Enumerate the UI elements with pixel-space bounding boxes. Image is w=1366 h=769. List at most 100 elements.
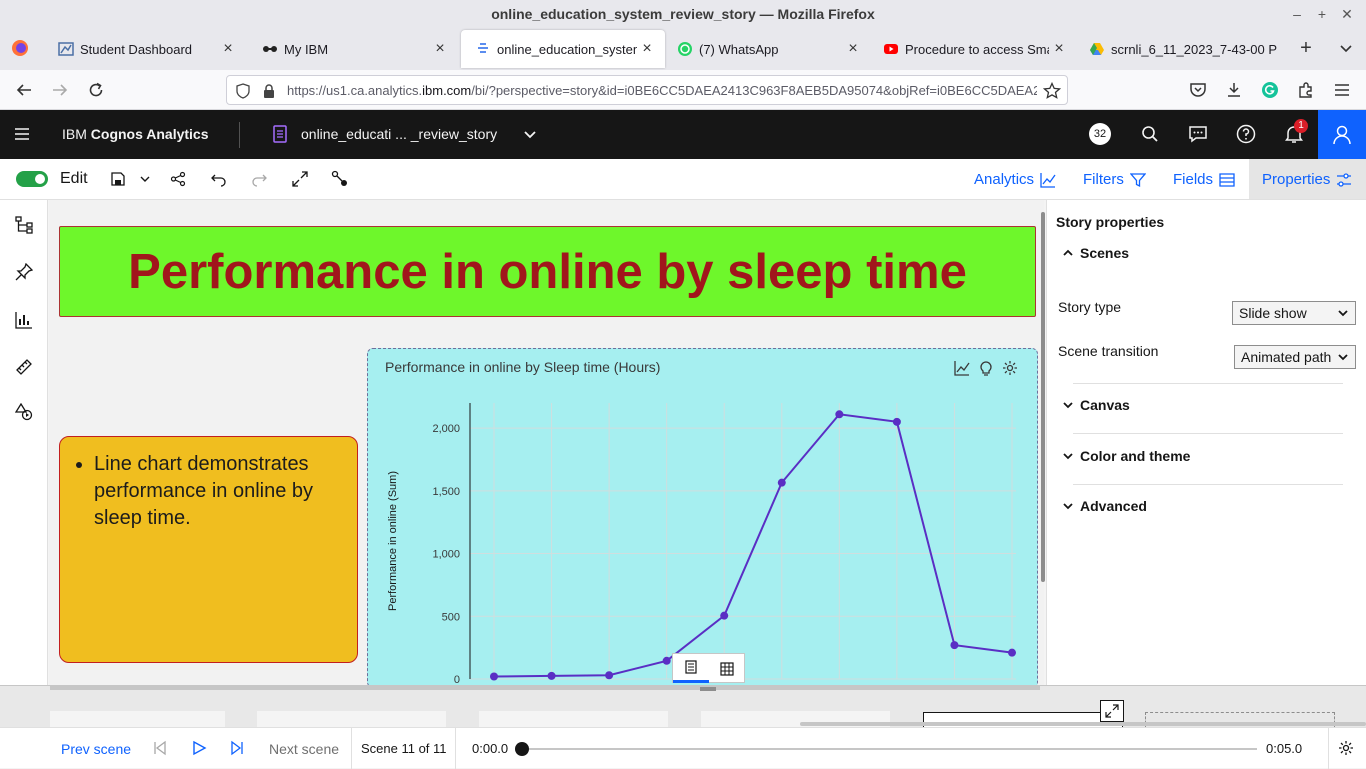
downloads-icon[interactable] xyxy=(1222,78,1246,102)
canvas-scrollbar[interactable] xyxy=(1041,212,1045,582)
url-bar[interactable]: https://us1.ca.analytics.ibm.com/bi/?per… xyxy=(226,75,1068,105)
scene-transition-select[interactable]: Animated path xyxy=(1234,345,1356,369)
scene-player-bar: Prev scene Next scene Scene 11 of 11 0:0… xyxy=(0,727,1366,769)
next-scene-link[interactable]: Next scene xyxy=(269,741,339,757)
new-tab-icon[interactable]: + xyxy=(1296,38,1316,58)
save-options-chevron-icon[interactable] xyxy=(135,169,155,189)
hamburger-menu-icon[interactable] xyxy=(1330,78,1354,102)
line-chart-widget[interactable]: Performance in online by Sleep time (Hou… xyxy=(367,348,1038,685)
scene-path-icon[interactable] xyxy=(330,169,350,189)
canvas-section-header[interactable]: Canvas xyxy=(1062,397,1130,413)
filters-tab[interactable]: Filters xyxy=(1083,171,1146,188)
skip-to-start-icon[interactable] xyxy=(152,740,170,758)
pocket-icon[interactable] xyxy=(1186,78,1210,102)
section-divider xyxy=(1073,433,1343,434)
tab-scrnli-drive[interactable]: scrnli_6_11_2023_7-43-00 P xyxy=(1075,30,1283,68)
data-table-view-tab[interactable] xyxy=(709,654,745,683)
shield-icon[interactable] xyxy=(235,83,251,99)
color-theme-section-header[interactable]: Color and theme xyxy=(1062,448,1190,464)
filters-label: Filters xyxy=(1083,171,1124,188)
edit-mode-toggle[interactable] xyxy=(16,171,48,187)
timeline-track[interactable] xyxy=(522,748,1257,750)
tab-my-ibm[interactable]: My IBM × xyxy=(248,30,458,68)
expand-icon[interactable] xyxy=(290,169,310,189)
user-avatar-button[interactable] xyxy=(1318,110,1366,159)
maximize-button[interactable]: + xyxy=(1313,5,1331,23)
analytics-tab[interactable]: Analytics xyxy=(974,171,1056,188)
firefox-menu-icon[interactable] xyxy=(11,39,29,57)
player-settings-gear-icon[interactable] xyxy=(1338,740,1356,758)
close-tab-icon[interactable]: × xyxy=(430,39,450,59)
bookmark-star-icon[interactable] xyxy=(1043,82,1061,100)
lock-icon[interactable] xyxy=(261,83,277,99)
list-tabs-chevron-icon[interactable] xyxy=(1336,38,1356,58)
scenes-label: Scenes xyxy=(1080,245,1130,261)
close-tab-icon[interactable]: × xyxy=(218,39,238,59)
close-window-button[interactable]: ✕ xyxy=(1338,5,1356,23)
grammarly-extension-icon[interactable] xyxy=(1258,78,1282,102)
close-tab-icon[interactable]: × xyxy=(1049,39,1069,59)
timeline-splitter[interactable] xyxy=(50,686,1040,690)
cognos-app-bar: IBM Cognos Analytics online_educati ... … xyxy=(0,110,1366,159)
story-type-select[interactable]: Slide show xyxy=(1232,301,1356,325)
close-tab-icon[interactable]: × xyxy=(843,39,863,59)
play-icon[interactable] xyxy=(191,740,209,758)
timeline-scrollbar[interactable] xyxy=(800,722,1366,726)
visualizations-icon[interactable] xyxy=(12,308,36,332)
menu-icon[interactable] xyxy=(10,122,34,146)
tab-online-education-story[interactable]: online_education_system_r × xyxy=(461,30,665,68)
reload-icon[interactable] xyxy=(84,78,108,102)
title-textbox-widget[interactable]: Performance in online by sleep time xyxy=(59,226,1036,317)
share-icon[interactable] xyxy=(168,169,188,189)
user-count-text: 32 xyxy=(1089,123,1111,145)
scene-timeline-strip xyxy=(0,685,1366,728)
redo-icon[interactable] xyxy=(249,169,269,189)
timeline-scrubber-handle[interactable] xyxy=(515,742,529,756)
help-icon[interactable] xyxy=(1234,122,1258,146)
media-shapes-icon[interactable] xyxy=(12,400,36,424)
navigator-tree-icon[interactable] xyxy=(12,213,36,237)
search-icon[interactable] xyxy=(1138,122,1162,146)
scene-thumbnail[interactable] xyxy=(479,711,668,728)
tab-label: (7) WhatsApp xyxy=(699,41,779,57)
save-icon[interactable] xyxy=(108,169,128,189)
prev-scene-link[interactable]: Prev scene xyxy=(61,741,131,757)
tab-student-dashboard[interactable]: Student Dashboard × xyxy=(44,30,246,68)
notifications-bell-icon[interactable]: 1 xyxy=(1282,119,1308,146)
minimize-button[interactable]: – xyxy=(1288,5,1306,23)
scene-thumbnail[interactable] xyxy=(257,711,446,728)
skip-to-end-icon[interactable] xyxy=(229,740,247,758)
scenes-section-header[interactable]: Scenes xyxy=(1062,245,1129,261)
chart-settings-icon[interactable] xyxy=(1001,359,1019,377)
app-brand[interactable]: IBM Cognos Analytics xyxy=(62,126,209,142)
back-arrow-icon[interactable] xyxy=(12,78,36,102)
story-type-value: Slide show xyxy=(1239,305,1307,321)
y-tick-label: 1,000 xyxy=(432,549,460,561)
tab-whatsapp[interactable]: (7) WhatsApp × xyxy=(663,30,871,68)
tab-procedure-smart[interactable]: Procedure to access Smart × xyxy=(869,30,1077,68)
widgets-tools-icon[interactable] xyxy=(12,355,36,379)
chart-title: Performance in online by Sleep time (Hou… xyxy=(385,359,661,375)
splitter-grip[interactable] xyxy=(700,687,716,691)
chevron-down-icon[interactable] xyxy=(518,122,542,146)
document-title[interactable]: online_educati ... _review_story xyxy=(301,126,497,142)
chat-assistant-icon[interactable] xyxy=(1186,122,1210,146)
properties-tab[interactable]: Properties xyxy=(1262,171,1352,188)
url-suffix: /bi/?perspective=story&id=i0BE6CC5DAEA24… xyxy=(471,83,1037,98)
chart-view-tab[interactable] xyxy=(673,654,709,683)
scene-thumbnail[interactable] xyxy=(50,711,225,728)
extensions-puzzle-icon[interactable] xyxy=(1294,78,1318,102)
user-count-badge[interactable]: 32 xyxy=(1088,122,1112,146)
advanced-label: Advanced xyxy=(1080,498,1147,514)
timeline-expand-icon[interactable] xyxy=(1100,700,1124,722)
close-tab-icon[interactable]: × xyxy=(637,39,657,59)
fields-tab[interactable]: Fields xyxy=(1173,171,1235,188)
insights-lightbulb-icon[interactable] xyxy=(977,359,995,377)
forward-arrow-icon[interactable] xyxy=(48,78,72,102)
undo-icon[interactable] xyxy=(209,169,229,189)
advanced-section-header[interactable]: Advanced xyxy=(1062,498,1147,514)
pin-icon[interactable] xyxy=(12,260,36,284)
story-type-label: Story type xyxy=(1058,299,1122,315)
chart-type-icon[interactable] xyxy=(953,359,971,377)
note-textbox-widget[interactable]: Line chart demonstrates performance in o… xyxy=(59,436,358,663)
